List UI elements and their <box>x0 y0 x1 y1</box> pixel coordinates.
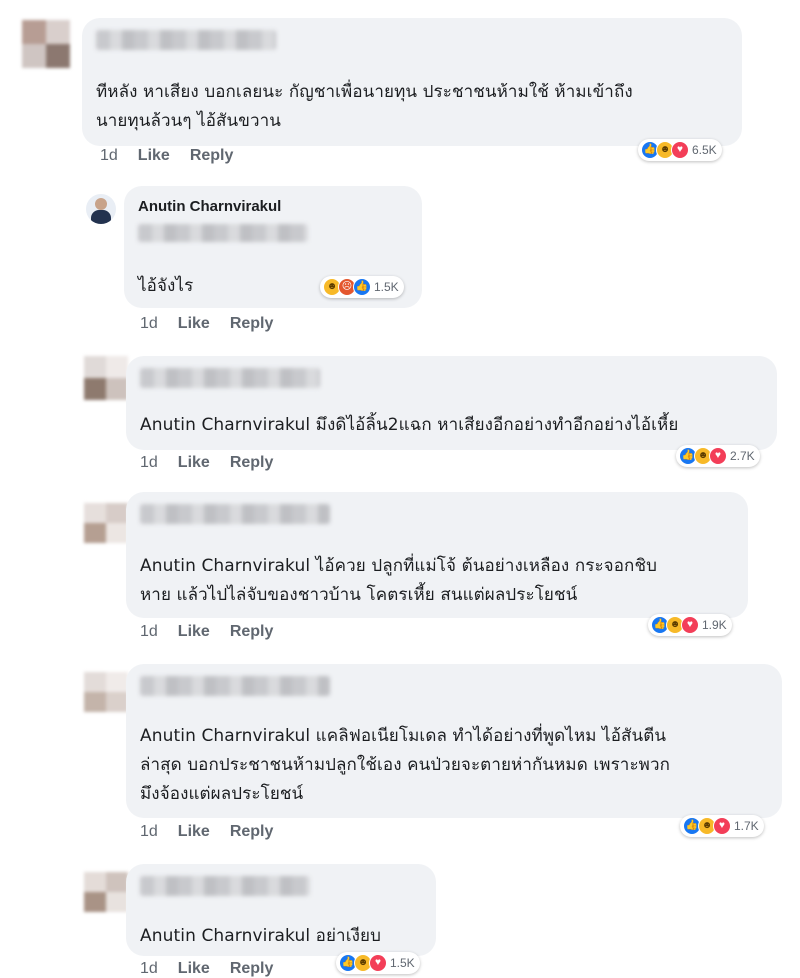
love-icon: ♥ <box>709 447 727 465</box>
comment-time: 1d <box>140 315 158 332</box>
avatar[interactable] <box>86 194 116 224</box>
love-icon: ♥ <box>681 616 699 634</box>
reply-link[interactable]: Reply <box>190 147 234 164</box>
reaction-count: 1.7K <box>734 819 759 833</box>
reaction-summary[interactable]: 👍 ☻ ♥ 6.5K <box>638 139 722 161</box>
comment-text: ทีหลัง หาเสียง บอกเลยนะ กัญชาเพื่อนายทุน… <box>96 82 633 131</box>
comment-thread: ทีหลัง หาเสียง บอกเลยนะ กัญชาเพื่อนายทุน… <box>0 0 800 977</box>
like-link[interactable]: Like <box>178 623 210 640</box>
comment-actions: 1d Like Reply <box>140 454 293 472</box>
blurred-author-name <box>140 676 330 696</box>
blurred-author-name <box>140 876 310 896</box>
reaction-count: 6.5K <box>692 143 717 157</box>
reaction-summary[interactable]: ☻ ☹ 👍 1.5K <box>320 276 404 298</box>
love-icon: ♥ <box>671 141 689 159</box>
like-icon: 👍 <box>353 278 371 296</box>
reply-link[interactable]: Reply <box>230 454 274 471</box>
like-link[interactable]: Like <box>178 454 210 471</box>
reply-link[interactable]: Reply <box>230 823 274 840</box>
comment-bubble: Anutin Charnvirakul อย่าเงียบ <box>126 864 436 956</box>
like-link[interactable]: Like <box>138 147 170 164</box>
love-icon: ♥ <box>713 817 731 835</box>
comment-text: Anutin Charnvirakul ไอ้ควย ปลูกที่แม่โจ้… <box>140 556 657 605</box>
blurred-author-name <box>96 30 276 50</box>
comment-bubble: ทีหลัง หาเสียง บอกเลยนะ กัญชาเพื่อนายทุน… <box>82 18 742 146</box>
comment-actions: 1d Like Reply <box>140 960 293 978</box>
reaction-count: 2.7K <box>730 449 755 463</box>
comment-author[interactable]: Anutin Charnvirakul <box>138 198 281 215</box>
comment-time: 1d <box>140 823 158 840</box>
comment-bubble: Anutin Charnvirakul มึงดิไอ้ลิ้น2แฉก หาเ… <box>126 356 777 450</box>
comment-time: 1d <box>140 623 158 640</box>
avatar[interactable] <box>84 503 128 543</box>
like-link[interactable]: Like <box>178 823 210 840</box>
comment-text: Anutin Charnvirakul อย่าเงียบ <box>140 926 381 946</box>
comment-actions: 1d Like Reply <box>140 315 293 333</box>
reply-link[interactable]: Reply <box>230 315 274 332</box>
reaction-count: 1.5K <box>390 956 415 970</box>
blurred-author-name <box>140 504 330 524</box>
reply-link[interactable]: Reply <box>230 623 274 640</box>
reply-link[interactable]: Reply <box>230 960 274 977</box>
avatar[interactable] <box>84 672 128 712</box>
reaction-count: 1.9K <box>702 618 727 632</box>
comment-bubble: Anutin Charnvirakul แคลิฟอเนียโมเดล ทำได… <box>126 664 782 818</box>
comment-actions: 1d Like Reply <box>140 823 293 841</box>
avatar[interactable] <box>22 20 70 68</box>
reaction-summary[interactable]: 👍 ☻ ♥ 1.5K <box>336 952 420 974</box>
comment-actions: 1d Like Reply <box>100 147 253 165</box>
comment-text: ไอ้จังไร <box>138 276 194 296</box>
comment-bubble: Anutin Charnvirakul ไอ้ควย ปลูกที่แม่โจ้… <box>126 492 748 618</box>
love-icon: ♥ <box>369 954 387 972</box>
comment-text: Anutin Charnvirakul มึงดิไอ้ลิ้น2แฉก หาเ… <box>140 415 679 435</box>
comment-time: 1d <box>140 454 158 471</box>
reaction-summary[interactable]: 👍 ☻ ♥ 1.7K <box>680 815 764 837</box>
blurred-author-name <box>140 368 320 388</box>
comment-time: 1d <box>100 147 118 164</box>
avatar[interactable] <box>84 872 128 912</box>
comment-text: Anutin Charnvirakul แคลิฟอเนียโมเดล ทำได… <box>140 726 671 804</box>
reaction-summary[interactable]: 👍 ☻ ♥ 1.9K <box>648 614 732 636</box>
like-link[interactable]: Like <box>178 960 210 977</box>
reaction-count: 1.5K <box>374 280 399 294</box>
comment-time: 1d <box>140 960 158 977</box>
like-link[interactable]: Like <box>178 315 210 332</box>
comment-actions: 1d Like Reply <box>140 623 293 641</box>
avatar[interactable] <box>84 356 128 400</box>
reaction-summary[interactable]: 👍 ☻ ♥ 2.7K <box>676 445 760 467</box>
blurred-mention <box>138 224 308 242</box>
